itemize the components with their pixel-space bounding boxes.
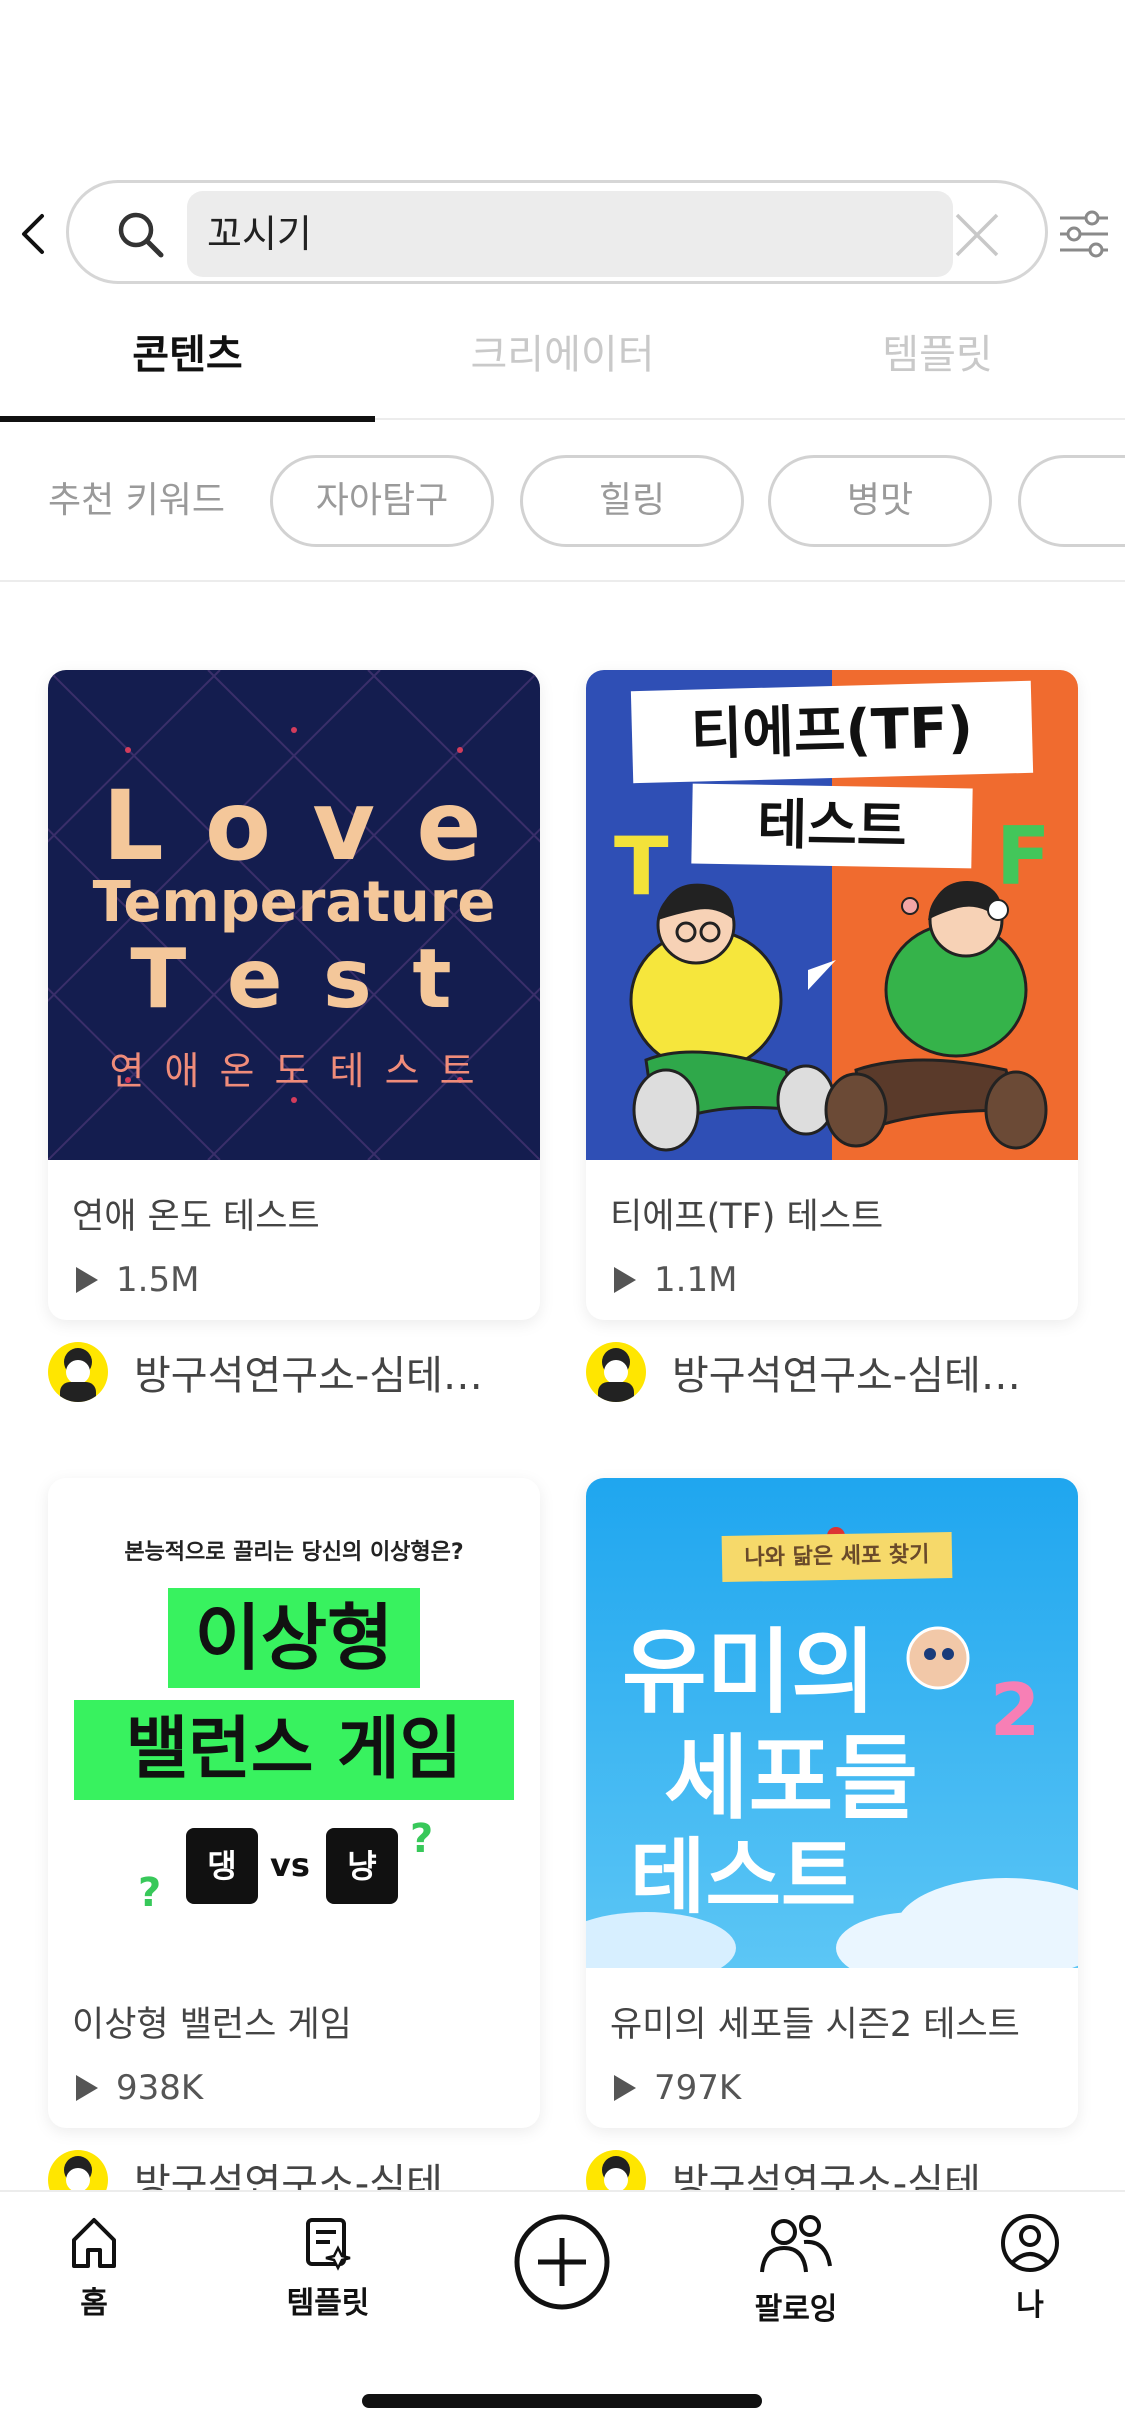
thumb-line-balance: 밸런스 게임 [74, 1700, 514, 1800]
keyword-chip[interactable]: 병맛 [768, 455, 992, 547]
card-play-count: 797K [610, 2068, 741, 2108]
keyword-chip[interactable]: 힐링 [520, 455, 744, 547]
nav-me[interactable]: 나 [960, 2212, 1100, 2324]
card-play-count: 1.1M [610, 1260, 737, 1300]
creator-row[interactable]: 방구석연구소-심테… [586, 1340, 1021, 1404]
content-card[interactable]: 나와 닮은 세포 찾기 유미의 세포들 테스트 2 유미의 세포들 시즌2 테스… [586, 1478, 1078, 2128]
plus-circle-icon [514, 2214, 610, 2310]
thumb-line-love: L o v e [102, 770, 486, 882]
content-card[interactable]: 티에프(TF) 테스트 T F 티에프(TF) 테스트 1.1M [586, 670, 1078, 1320]
card-thumbnail: 나와 닮은 세포 찾기 유미의 세포들 테스트 2 [586, 1478, 1078, 1968]
thumb-key-left: 댕 [186, 1828, 258, 1904]
user-circle-icon [1001, 2214, 1059, 2272]
divider [0, 580, 1125, 582]
play-icon [76, 1267, 98, 1293]
search-icon [118, 212, 164, 258]
sliders-icon[interactable] [1056, 208, 1112, 260]
play-count-value: 938K [116, 2068, 204, 2108]
content-card[interactable]: 본능적으로 끌리는 당신의 이상형은? 이상형 밸런스 게임 ? 댕 vs 냥 … [48, 1478, 540, 2128]
avatar [586, 1342, 646, 1402]
nav-me-label: 나 [1016, 2288, 1044, 2323]
thumb-line-test: 테스트 [630, 1830, 857, 1925]
tab-creators[interactable]: 크리에이터 [375, 310, 750, 420]
thumb-line-ideal: 이상형 [168, 1588, 420, 1688]
card-title: 유미의 세포들 시즌2 테스트 [610, 2005, 1020, 2045]
avatar [48, 1342, 108, 1402]
nav-home[interactable]: 홈 [24, 2212, 164, 2322]
play-icon [614, 1267, 636, 1293]
chevron-left-icon [22, 214, 44, 254]
card-title: 티에프(TF) 테스트 [610, 1197, 884, 1237]
nav-templates-label: 템플릿 [286, 2286, 370, 2321]
thumb-line-korean: 연 애 온 도 테 스 트 [109, 1049, 479, 1093]
creator-name: 방구석연구소-심테… [134, 1353, 483, 1399]
play-count-value: 1.1M [654, 1260, 738, 1300]
card-title: 연애 온도 테스트 [72, 1197, 320, 1237]
keyword-chip[interactable]: 자아탐구 [270, 455, 494, 547]
thumb-subtitle: 본능적으로 끌리는 당신의 이상형은? [124, 1540, 464, 1565]
avatar-image [598, 1348, 634, 1402]
card-thumbnail: L o v e Temperature T e s t 연 애 온 도 테 스 … [48, 670, 540, 1160]
creator-row[interactable]: 방구석연구소-심테… [48, 1340, 483, 1404]
thumb-q-left: ? [138, 1870, 162, 1916]
nav-following[interactable]: 팔로잉 [726, 2212, 866, 2328]
nav-following-label: 팔로잉 [754, 2292, 838, 2327]
characters-illustration [629, 881, 1048, 1152]
nav-create[interactable] [492, 2212, 632, 2312]
play-icon [76, 2075, 98, 2101]
template-icon [306, 2218, 351, 2271]
home-icon [72, 2218, 116, 2268]
tab-bar: 콘텐츠 크리에이터 템플릿 [0, 310, 1125, 422]
thumb-line-test: T e s t [130, 932, 458, 1027]
creator-name: 방구석연구소-심테… [672, 1353, 1021, 1399]
recommended-keywords: 추천 키워드 자아탐구 힐링 병맛 [0, 455, 1125, 547]
search-box: 꼬시기 [66, 180, 1048, 284]
keyword-chip[interactable] [1018, 455, 1125, 547]
close-icon[interactable] [949, 207, 1005, 263]
nav-home-label: 홈 [80, 2286, 108, 2321]
home-indicator [362, 2394, 762, 2408]
avatar-image [60, 1348, 96, 1402]
thumb-q-right: ? [410, 1816, 434, 1862]
thumb-key-right: 냥 [326, 1828, 398, 1904]
content-card[interactable]: L o v e Temperature T e s t 연 애 온 도 테 스 … [48, 670, 540, 1320]
play-count-value: 797K [654, 2068, 742, 2108]
thumb-banner: 나와 닮은 세포 찾기 [721, 1531, 953, 1583]
nav-templates[interactable]: 템플릿 [258, 2212, 398, 2322]
card-play-count: 938K [72, 2068, 203, 2108]
thumb-vs: vs [270, 1846, 310, 1884]
card-play-count: 1.5M [72, 1260, 199, 1300]
tab-templates[interactable]: 템플릿 [750, 310, 1125, 420]
search-row: 꼬시기 [0, 180, 1125, 286]
tab-contents[interactable]: 콘텐츠 [0, 310, 375, 422]
users-icon [760, 2215, 832, 2273]
card-thumbnail: 본능적으로 끌리는 당신의 이상형은? 이상형 밸런스 게임 ? 댕 vs 냥 … [48, 1478, 540, 1968]
card-thumbnail: 티에프(TF) 테스트 T F [586, 670, 1078, 1160]
thumb-line-temperature: Temperature [92, 870, 496, 935]
card-title: 이상형 밸런스 게임 [72, 2005, 352, 2045]
play-count-value: 1.5M [116, 1260, 200, 1300]
thumb-season-number: 2 [990, 1668, 1041, 1752]
keywords-label: 추천 키워드 [48, 480, 226, 521]
play-icon [614, 2075, 636, 2101]
search-input[interactable]: 꼬시기 [187, 191, 953, 277]
back-button[interactable] [14, 212, 54, 256]
